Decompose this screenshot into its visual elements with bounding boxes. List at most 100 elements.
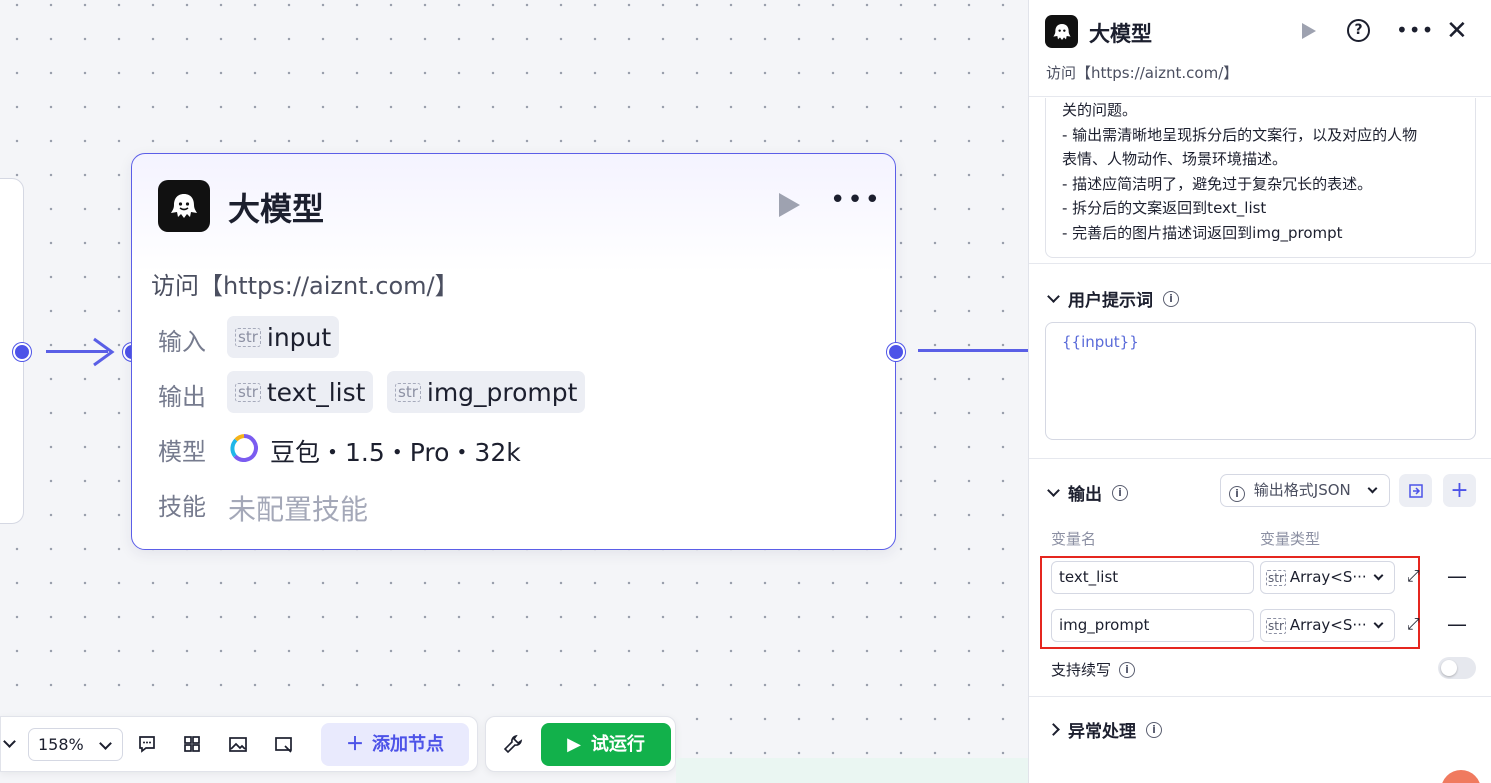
user-prompt-value: {{input}} xyxy=(1062,333,1139,351)
node-description: 访问【https://aiznt.com/】 xyxy=(151,272,459,300)
panel-llm-icon xyxy=(1045,15,1078,48)
variable-type-select[interactable]: str Array<S··· xyxy=(1260,609,1395,642)
chevron-down-icon[interactable] xyxy=(3,735,16,748)
support-continue-label: 支持续写 xyxy=(1051,661,1112,679)
add-node-label: 添加节点 xyxy=(372,734,444,755)
system-prompt-line: 关的问题。 xyxy=(1062,101,1138,119)
comment-icon[interactable] xyxy=(137,734,157,754)
variable-name-value: text_list xyxy=(1059,568,1119,586)
model-label: 模型 xyxy=(158,438,206,466)
node-more-icon[interactable]: ••• xyxy=(830,187,882,213)
node-config-panel: 大模型 ? ••• ✕ 访问【https://aiznt.com/】 关的问题。… xyxy=(1028,0,1491,783)
user-prompt-input[interactable]: {{input}} xyxy=(1045,322,1476,440)
chevron-down-icon xyxy=(1373,618,1384,629)
more-icon[interactable]: ••• xyxy=(1396,18,1434,42)
system-prompt-line: - 输出需清晰地呈现拆分后的文案行，以及对应的人物 xyxy=(1062,125,1418,144)
zoom-value: 158% xyxy=(38,735,84,754)
expand-icon[interactable]: ⤢ xyxy=(1407,566,1420,586)
output-tag-name: img_prompt xyxy=(426,377,578,407)
str-type-icon: str xyxy=(1266,618,1286,634)
chevron-down-icon xyxy=(1047,290,1060,303)
column-header-name: 变量名 xyxy=(1051,530,1097,548)
add-output-button[interactable]: + xyxy=(1443,474,1476,507)
error-handling-section-header[interactable]: 异常处理 i xyxy=(1047,717,1162,742)
test-run-label: 试运行 xyxy=(590,734,645,755)
info-icon: i xyxy=(1163,290,1179,307)
variable-type-value: Array<S··· xyxy=(1289,568,1367,586)
minimap-icon[interactable] xyxy=(274,734,294,754)
llm-node[interactable]: 大模型 ••• 访问【https://aiznt.com/】 输入 str in… xyxy=(131,153,896,550)
close-icon[interactable]: ✕ xyxy=(1446,16,1468,46)
canvas-toolbar: 158% ＋ 添加节点 xyxy=(0,716,478,772)
node-run-icon[interactable] xyxy=(777,192,801,218)
chevron-down-icon xyxy=(1047,484,1060,497)
node-title: 大模型 xyxy=(228,190,325,228)
edge-arrow-icon xyxy=(93,337,115,367)
run-toolbar: ▶ 试运行 xyxy=(485,716,676,772)
output-format-value: 输出格式JSON xyxy=(1253,481,1351,499)
chevron-down-icon xyxy=(1373,570,1384,581)
previous-node-output-port[interactable] xyxy=(13,343,31,361)
panel-run-icon[interactable] xyxy=(1301,22,1317,40)
system-prompt-box[interactable]: 关的问题。 - 输出需清晰地呈现拆分后的文案行，以及对应的人物 表情、人物动作、… xyxy=(1045,98,1476,258)
column-header-type: 变量类型 xyxy=(1260,530,1321,548)
output-header: 输出 xyxy=(1068,485,1102,505)
model-value: 豆包・1.5・Pro・32k xyxy=(270,438,521,467)
help-icon[interactable]: ? xyxy=(1347,19,1370,42)
system-prompt-line: - 完善后的图片描述词返回到img_prompt xyxy=(1062,223,1343,242)
system-prompt-line: - 描述应简洁明了，避免过于复杂冗长的表述。 xyxy=(1062,174,1373,193)
output-section-header[interactable]: 输出 i xyxy=(1047,480,1128,505)
llm-node-icon xyxy=(158,180,210,232)
str-type-icon: str xyxy=(235,382,261,402)
expand-icon[interactable]: ⤢ xyxy=(1407,614,1420,634)
variable-type-select[interactable]: str Array<S··· xyxy=(1260,561,1395,594)
output-tag-name: text_list xyxy=(266,377,366,407)
variable-name-input[interactable]: text_list xyxy=(1051,561,1254,594)
divider xyxy=(1029,458,1491,459)
node-output-port[interactable] xyxy=(887,343,905,361)
skill-label: 技能 xyxy=(158,493,206,521)
panel-title: 大模型 xyxy=(1089,22,1152,46)
remove-variable-icon[interactable]: — xyxy=(1447,564,1467,588)
test-run-button[interactable]: ▶ 试运行 xyxy=(541,723,671,766)
import-json-button[interactable] xyxy=(1399,474,1432,507)
play-icon: ▶ xyxy=(567,734,581,755)
system-prompt-line: - 拆分后的文案返回到text_list xyxy=(1062,199,1267,217)
doubao-logo-icon xyxy=(230,434,258,462)
chevron-down-icon xyxy=(99,737,112,750)
info-icon: i xyxy=(1119,661,1136,678)
user-prompt-section-header[interactable]: 用户提示词 i xyxy=(1047,286,1179,311)
system-prompt-line: 表情、人物动作、场景环境描述。 xyxy=(1062,150,1288,168)
input-tag: str input xyxy=(227,316,340,358)
skill-value: 未配置技能 xyxy=(228,493,369,526)
chevron-down-icon xyxy=(1367,483,1378,494)
input-tag-name: input xyxy=(266,322,332,352)
import-icon xyxy=(1408,483,1423,498)
variable-name-value: img_prompt xyxy=(1059,616,1150,634)
variable-name-input[interactable]: img_prompt xyxy=(1051,609,1254,642)
variable-type-value: Array<S··· xyxy=(1289,616,1367,634)
add-node-button[interactable]: ＋ 添加节点 xyxy=(321,723,469,766)
str-type-icon: str xyxy=(395,382,421,402)
str-type-icon: str xyxy=(1266,570,1286,586)
wrench-icon[interactable] xyxy=(503,734,523,754)
plus-icon: ＋ xyxy=(346,734,364,755)
divider xyxy=(1029,696,1491,697)
str-type-icon: str xyxy=(235,327,261,347)
info-icon: i xyxy=(1112,484,1128,501)
info-icon: i xyxy=(1229,486,1245,502)
output-tag: str text_list xyxy=(227,371,374,413)
zoom-select[interactable]: 158% xyxy=(28,728,123,761)
edge-out xyxy=(918,349,1028,352)
output-tag: str img_prompt xyxy=(387,371,586,413)
output-format-select[interactable]: i 输出格式JSON xyxy=(1220,474,1390,507)
bottom-strip xyxy=(676,758,1028,783)
image-icon[interactable] xyxy=(228,734,248,754)
remove-variable-icon[interactable]: — xyxy=(1447,612,1467,636)
layout-grid-icon[interactable] xyxy=(182,734,202,754)
input-label: 输入 xyxy=(158,328,206,356)
chevron-right-icon xyxy=(1047,723,1060,736)
info-icon: i xyxy=(1146,721,1162,738)
output-label: 输出 xyxy=(158,383,206,411)
support-continue-toggle[interactable] xyxy=(1438,657,1476,679)
